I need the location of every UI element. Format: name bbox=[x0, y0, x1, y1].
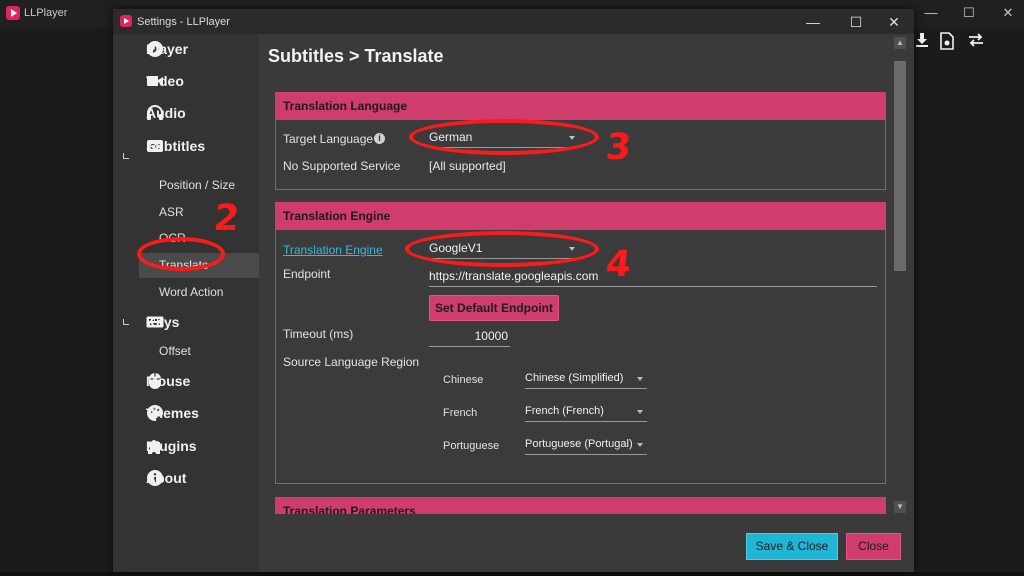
endpoint-input[interactable]: https://translate.googleapis.com bbox=[429, 267, 877, 287]
card-header: Translation Parameters bbox=[276, 498, 885, 514]
chevron-down-icon bbox=[637, 377, 643, 381]
annotation-ring-translation-engine bbox=[405, 231, 599, 267]
translation-parameters-card: Translation Parameters bbox=[275, 497, 886, 514]
sidebar-item-keys[interactable]: Keys bbox=[146, 310, 179, 334]
main-window-title: LLPlayer bbox=[24, 7, 68, 19]
timeout-label: Timeout (ms) bbox=[283, 327, 354, 341]
close-button[interactable]: Close bbox=[846, 533, 901, 560]
source-language-region-label: Source Language Region bbox=[283, 355, 420, 369]
dialog-title: Settings - LLPlayer bbox=[137, 16, 230, 28]
sidebar-item-label: Player bbox=[146, 41, 189, 57]
sidebar-item-subtitles[interactable]: CC Subtitles bbox=[146, 134, 205, 158]
sidebar-item-player[interactable]: Player bbox=[146, 37, 188, 61]
main-close-button[interactable]: ✕ bbox=[998, 5, 1018, 21]
region-select-french[interactable]: French (French) bbox=[525, 402, 647, 422]
scroll-up-icon[interactable]: ▲ bbox=[894, 37, 906, 49]
dialog-app-icon bbox=[120, 15, 132, 27]
subtitle-file-icon[interactable] bbox=[936, 32, 958, 54]
chevron-down-icon bbox=[637, 410, 643, 414]
sidebar-item-word-action[interactable]: Word Action bbox=[139, 280, 259, 305]
sidebar-item-label: Mouse bbox=[146, 373, 191, 389]
annotation-step-2: 2 bbox=[211, 198, 242, 239]
no-supported-service-label: No Supported Service bbox=[283, 159, 401, 173]
dialog-minimize-button[interactable]: — bbox=[801, 13, 825, 31]
sidebar-item-themes[interactable]: Themes bbox=[146, 401, 199, 425]
sidebar-item-about[interactable]: About bbox=[146, 466, 186, 490]
download-icon[interactable] bbox=[911, 32, 933, 54]
dialog-titlebar: Settings - LLPlayer — ☐ ✕ bbox=[113, 9, 914, 34]
app-logo-icon bbox=[6, 6, 20, 20]
sidebar-item-plugins[interactable]: Plugins bbox=[146, 434, 197, 458]
region-language-label: Portuguese bbox=[443, 440, 500, 452]
sidebar-item-position-size[interactable]: Position / Size bbox=[139, 173, 259, 198]
main-minimize-button[interactable]: — bbox=[921, 5, 941, 20]
endpoint-label: Endpoint bbox=[283, 267, 331, 281]
sidebar-item-label: Video bbox=[146, 73, 184, 89]
dialog-close-button[interactable]: ✕ bbox=[882, 13, 906, 31]
target-language-label: Target Language bbox=[283, 132, 374, 146]
region-select-portuguese[interactable]: Portuguese (Portugal) bbox=[525, 435, 647, 455]
chevron-down-icon bbox=[637, 443, 643, 447]
scroll-down-icon[interactable]: ▼ bbox=[894, 501, 906, 513]
sidebar-item-label: Audio bbox=[146, 105, 186, 121]
annotation-ring-target-language bbox=[409, 119, 599, 155]
region-select-chinese[interactable]: Chinese (Simplified) bbox=[525, 369, 647, 389]
translation-engine-link[interactable]: Translation Engine bbox=[283, 243, 383, 257]
annotation-ring-translate bbox=[137, 237, 225, 271]
card-header: Translation Engine bbox=[276, 203, 885, 230]
keys-expander-icon[interactable] bbox=[123, 319, 129, 325]
sidebar-item-video[interactable]: Video bbox=[146, 69, 184, 93]
sidebar-item-label: About bbox=[146, 470, 187, 486]
sidebar-item-label: Plugins bbox=[146, 438, 197, 454]
no-supported-service-value: [All supported] bbox=[429, 159, 506, 173]
sidebar-item-audio[interactable]: Audio bbox=[146, 101, 186, 125]
settings-content: Subtitles > Translate Translation Langua… bbox=[259, 34, 891, 514]
scrollbar-thumb[interactable] bbox=[894, 61, 906, 271]
annotation-step-3: 3 bbox=[603, 127, 634, 168]
region-language-label: French bbox=[443, 407, 478, 419]
main-window-bottom bbox=[0, 572, 1024, 576]
settings-dialog: Settings - LLPlayer — ☐ ✕ Player Video A… bbox=[113, 9, 914, 572]
save-close-button[interactable]: Save & Close bbox=[746, 533, 838, 560]
sidebar-item-mouse[interactable]: Mouse bbox=[146, 369, 190, 393]
region-select-value: Chinese (Simplified) bbox=[525, 372, 624, 384]
sidebar-item-offset[interactable]: Offset bbox=[139, 339, 259, 364]
subtitles-expander-icon[interactable] bbox=[123, 153, 129, 159]
sidebar-item-label: Subtitles bbox=[146, 138, 206, 154]
card-header: Translation Language bbox=[276, 93, 885, 120]
region-select-value: Portuguese (Portugal) bbox=[525, 438, 633, 450]
dialog-maximize-button[interactable]: ☐ bbox=[844, 13, 868, 31]
annotation-step-4: 4 bbox=[603, 244, 634, 285]
sidebar-item-asr[interactable]: ASR bbox=[139, 200, 259, 225]
swap-icon[interactable] bbox=[965, 32, 987, 54]
region-language-label: Chinese bbox=[443, 374, 484, 386]
info-icon[interactable]: i bbox=[374, 133, 385, 144]
sidebar-item-label: Themes bbox=[146, 405, 199, 421]
page-title: Subtitles > Translate bbox=[268, 46, 444, 66]
sidebar-item-label: Keys bbox=[146, 314, 180, 330]
settings-sidebar: Player Video Audio CC Subtitles Position… bbox=[113, 34, 259, 572]
main-maximize-button[interactable]: ☐ bbox=[959, 5, 979, 21]
set-default-endpoint-button[interactable]: Set Default Endpoint bbox=[429, 295, 559, 321]
region-select-value: French (French) bbox=[525, 405, 604, 417]
timeout-input[interactable]: 10000 bbox=[429, 327, 510, 347]
